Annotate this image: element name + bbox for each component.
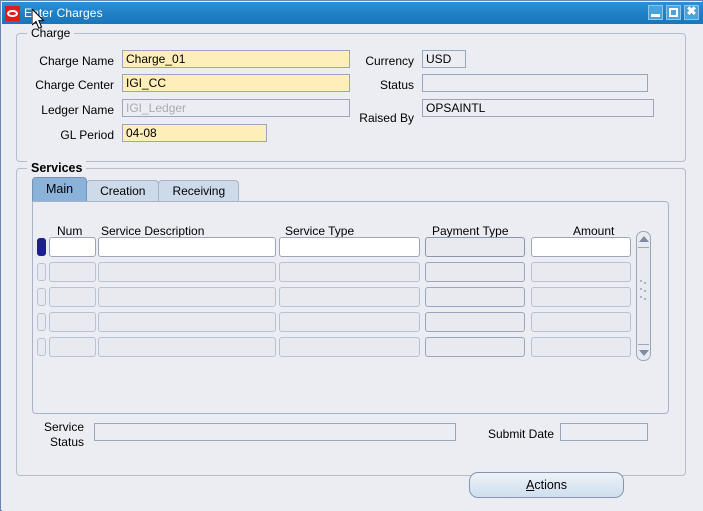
gl-period-label: GL Period xyxy=(60,128,114,142)
charge-name-label: Charge Name xyxy=(39,54,114,68)
raised-by-label: Raised By xyxy=(359,111,414,125)
cell-num[interactable] xyxy=(49,237,96,257)
services-group-title: Services xyxy=(27,161,87,175)
currency-input: USD xyxy=(422,50,466,68)
actions-button[interactable]: Actions xyxy=(469,472,624,498)
window-content: Charge Charge Name Charge Center Ledger … xyxy=(2,24,703,511)
charge-name-input[interactable]: Charge_01 xyxy=(122,50,350,68)
cell-num[interactable] xyxy=(49,337,96,357)
charge-center-input[interactable]: IGI_CC xyxy=(122,74,350,92)
cell-amount[interactable] xyxy=(531,287,631,307)
ledger-name-input: IGI_Ledger xyxy=(122,99,350,117)
row-selector[interactable] xyxy=(37,338,46,356)
charge-group-title: Charge xyxy=(27,26,75,40)
maximize-button[interactable] xyxy=(666,5,681,20)
cell-payment-type[interactable] xyxy=(425,262,525,282)
scrollbar-thumb-grip[interactable] xyxy=(640,280,649,304)
window-title: Enter Charges xyxy=(24,6,103,20)
cell-num[interactable] xyxy=(49,262,96,282)
scroll-up-icon[interactable] xyxy=(639,236,649,242)
window-button-group: ✖ xyxy=(648,4,699,20)
raised-by-input: OPSAINTL xyxy=(422,99,654,117)
tab-main[interactable]: Main xyxy=(32,177,88,201)
submit-date-label: Submit Date xyxy=(487,427,554,441)
cell-service-type[interactable] xyxy=(279,337,420,357)
services-tabstrip: Main Creation Receiving xyxy=(32,177,240,201)
service-status-label-line2: Status xyxy=(49,435,84,449)
row-selector[interactable] xyxy=(37,288,46,306)
minimize-button[interactable] xyxy=(648,5,663,20)
row-selector[interactable] xyxy=(37,263,46,281)
row-selector[interactable] xyxy=(37,313,46,331)
cell-service-type[interactable] xyxy=(279,237,420,257)
cell-service-description[interactable] xyxy=(98,262,276,282)
tab-creation[interactable]: Creation xyxy=(86,180,160,201)
currency-label: Currency xyxy=(365,54,414,68)
scrollbar-divider xyxy=(638,344,649,345)
tab-receiving[interactable]: Receiving xyxy=(158,180,240,201)
cell-payment-type[interactable] xyxy=(425,312,525,332)
maximize-icon xyxy=(669,8,678,17)
oracle-logo-icon xyxy=(5,5,20,21)
cell-amount[interactable] xyxy=(531,262,631,282)
cell-num[interactable] xyxy=(49,312,96,332)
close-button[interactable]: ✖ xyxy=(684,4,699,20)
cell-service-description[interactable] xyxy=(98,237,276,257)
cell-num[interactable] xyxy=(49,287,96,307)
grid-vertical-scrollbar[interactable] xyxy=(636,231,651,361)
charge-center-label: Charge Center xyxy=(35,78,114,92)
cell-service-type[interactable] xyxy=(279,262,420,282)
row-selector[interactable] xyxy=(37,238,46,256)
status-input xyxy=(422,74,648,92)
column-header-service-description: Service Description xyxy=(101,224,205,238)
cell-payment-type[interactable] xyxy=(425,237,525,257)
service-status-input xyxy=(94,423,456,441)
column-header-num: Num xyxy=(57,224,83,238)
cell-service-type[interactable] xyxy=(279,287,420,307)
column-header-service-type: Service Type xyxy=(285,224,355,238)
charge-group: Charge xyxy=(16,26,686,162)
window-titlebar[interactable]: Enter Charges ✖ xyxy=(2,2,703,24)
gl-period-input[interactable]: 04-08 xyxy=(122,124,267,142)
cell-service-description[interactable] xyxy=(98,312,276,332)
scrollbar-divider xyxy=(638,247,649,248)
scroll-down-icon[interactable] xyxy=(639,350,649,356)
submit-date-input xyxy=(560,423,648,441)
cell-service-description[interactable] xyxy=(98,287,276,307)
ledger-name-label: Ledger Name xyxy=(41,103,114,117)
minimize-icon xyxy=(651,14,660,17)
cell-amount[interactable] xyxy=(531,337,631,357)
service-status-label-line1: Service xyxy=(43,420,84,434)
cell-service-description[interactable] xyxy=(98,337,276,357)
cell-payment-type[interactable] xyxy=(425,287,525,307)
actions-button-label: ctions xyxy=(534,478,567,492)
close-icon: ✖ xyxy=(686,4,697,18)
cell-payment-type[interactable] xyxy=(425,337,525,357)
cell-service-type[interactable] xyxy=(279,312,420,332)
cell-amount[interactable] xyxy=(531,312,631,332)
enter-charges-window: Enter Charges ✖ Charge Charge Name Charg… xyxy=(0,0,703,511)
cell-amount[interactable] xyxy=(531,237,631,257)
status-label: Status xyxy=(379,78,414,92)
column-header-amount: Amount xyxy=(573,224,615,238)
column-header-payment-type: Payment Type xyxy=(432,224,509,238)
